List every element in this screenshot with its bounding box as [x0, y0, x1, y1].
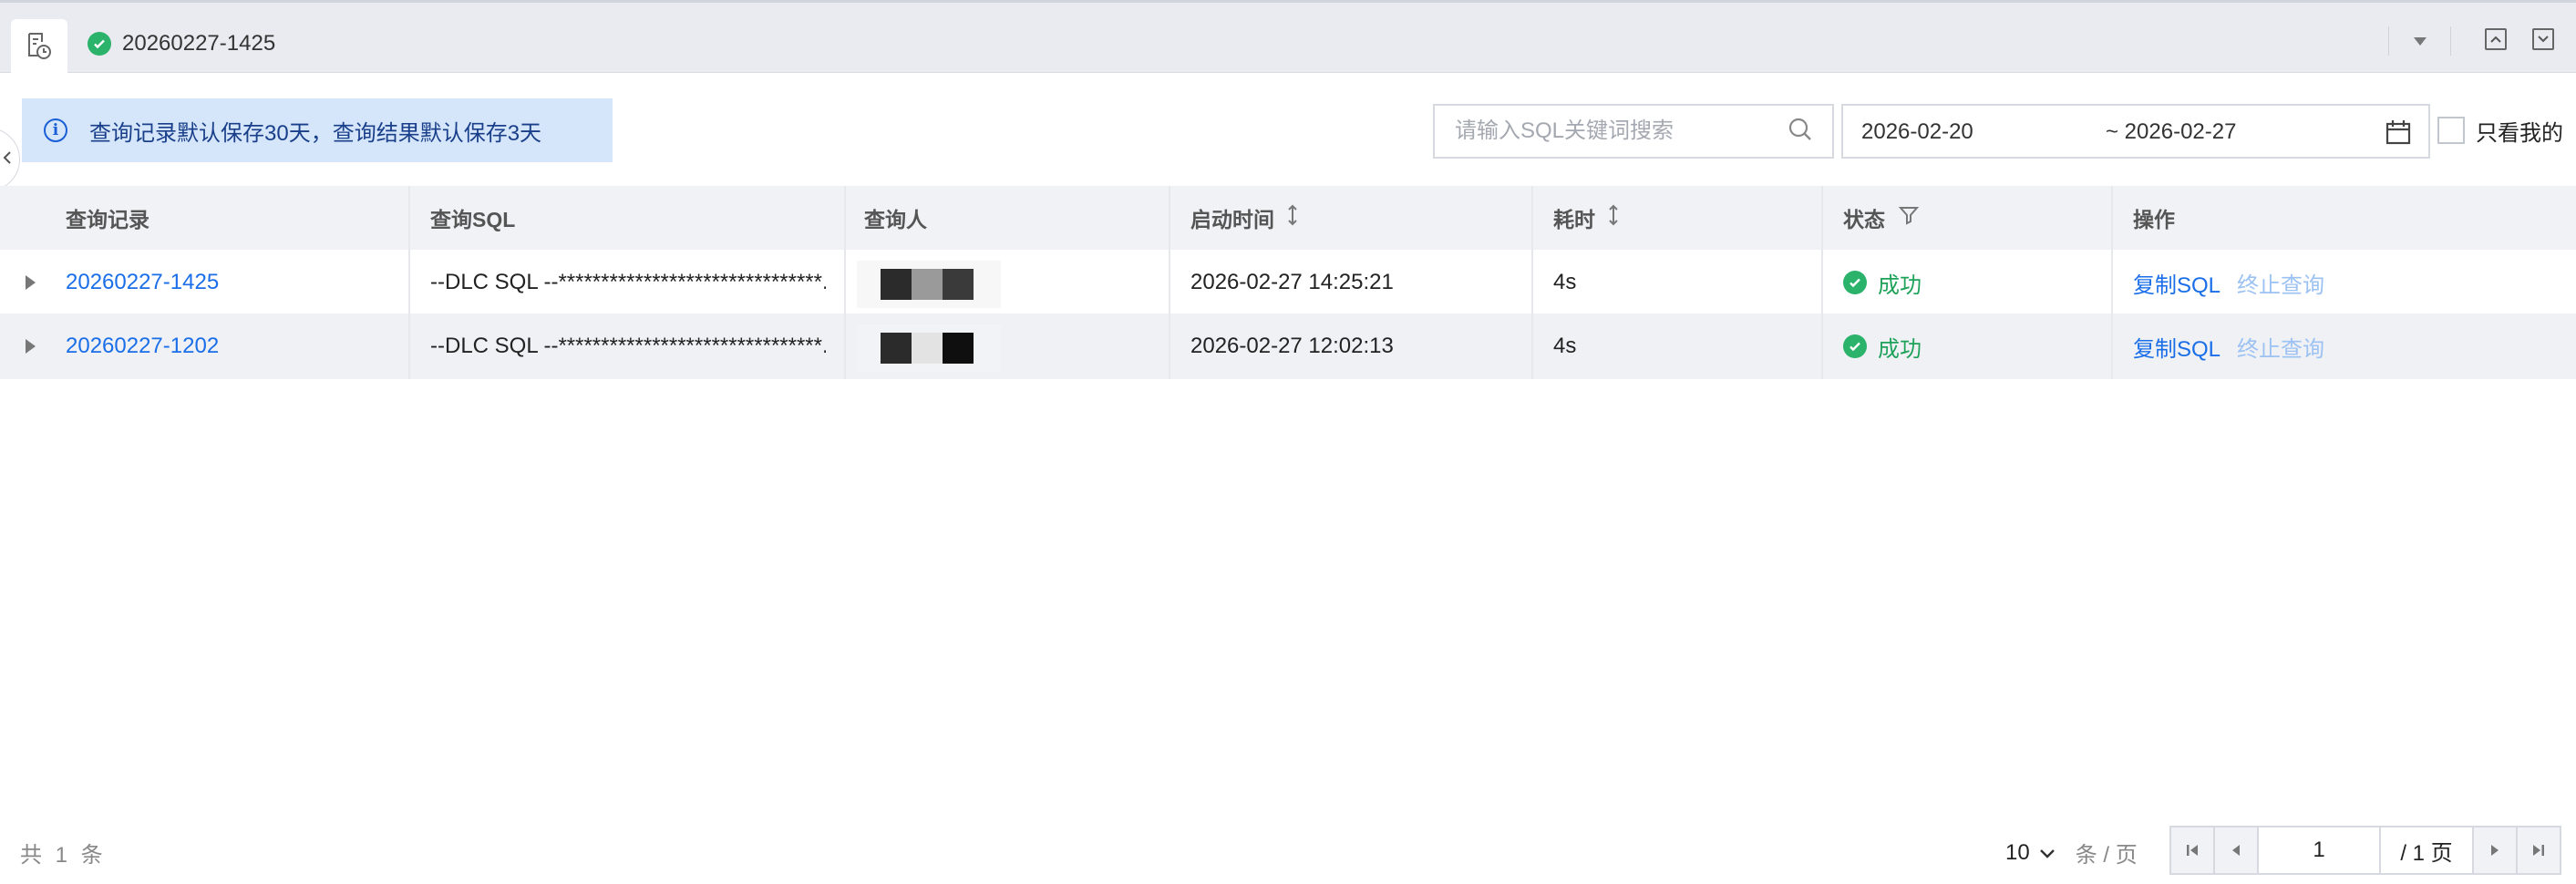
column-header-record: 查询记录	[66, 208, 149, 231]
page-number-input[interactable]	[2259, 827, 2381, 873]
last-page-icon[interactable]	[2516, 827, 2560, 873]
tab-title: 20260227-1425	[122, 31, 276, 56]
expand-row-icon[interactable]	[26, 339, 36, 354]
column-divider	[1821, 186, 1823, 379]
column-divider	[408, 186, 410, 379]
date-end[interactable]: ~ 2026-02-27	[2106, 119, 2236, 145]
sort-icon[interactable]	[1287, 204, 1298, 231]
column-divider	[2111, 186, 2113, 379]
column-header-duration[interactable]: 耗时	[1533, 186, 1619, 250]
column-divider	[1531, 186, 1533, 379]
duration-cell: 4s	[1553, 334, 1577, 358]
expand-down-icon[interactable]	[2532, 28, 2554, 50]
avatar	[857, 324, 1001, 372]
success-check-icon	[88, 32, 111, 56]
start-time-cell: 2026-02-27 14:25:21	[1190, 270, 1394, 294]
actions-cell: 复制SQL 终止查询	[2113, 314, 2324, 379]
collapse-up-icon[interactable]	[2485, 28, 2507, 50]
only-mine-filter[interactable]: 只看我的	[2437, 114, 2563, 147]
date-range-picker[interactable]: 2026-02-20 ~ 2026-02-27	[1841, 104, 2430, 159]
record-link[interactable]: 20260227-1202	[46, 314, 219, 379]
sidebar-collapse-handle[interactable]	[0, 128, 20, 191]
only-mine-label: 只看我的	[2476, 120, 2563, 146]
info-icon: i	[44, 118, 67, 142]
page-size-select[interactable]: 10 条 / 页	[2005, 837, 2138, 869]
status-badge: 成功	[1823, 314, 1922, 379]
stop-query-button[interactable]: 终止查询	[2237, 267, 2324, 299]
record-link[interactable]: 20260227-1425	[46, 250, 219, 315]
column-divider	[1169, 186, 1170, 379]
page-size-unit: 条 / 页	[2075, 843, 2138, 868]
page-size-value[interactable]: 10	[2005, 840, 2030, 866]
tab-divider	[2388, 26, 2389, 56]
table-header: 查询记录 查询SQL 查询人 启动时间 耗时 状态 操作	[0, 186, 2576, 250]
sql-search-input[interactable]	[1453, 118, 1767, 145]
tab-divider	[2450, 26, 2451, 56]
pagination: / 1 页	[2169, 826, 2561, 875]
table-row: 20260227-1425 --DLC SQL --**************…	[0, 250, 2576, 315]
tab-query-result[interactable]: 20260227-1425	[88, 21, 275, 67]
success-check-icon	[1843, 334, 1867, 358]
column-header-status[interactable]: 状态	[1823, 186, 1920, 250]
column-header-user: 查询人	[864, 208, 927, 231]
first-page-icon[interactable]	[2171, 827, 2215, 873]
filter-icon[interactable]	[1898, 204, 1920, 231]
search-icon[interactable]	[1787, 116, 1814, 148]
query-history-tab[interactable]	[11, 19, 67, 76]
duration-cell: 4s	[1553, 270, 1577, 294]
column-divider	[844, 186, 846, 379]
retention-notice: i 查询记录默认保存30天，查询结果默认保存3天	[22, 98, 613, 162]
chevron-down-icon[interactable]	[2039, 840, 2056, 866]
tab-bar: 20260227-1425	[0, 0, 2576, 76]
column-header-actions: 操作	[2133, 208, 2175, 231]
sort-icon[interactable]	[1608, 204, 1619, 231]
next-page-icon[interactable]	[2472, 827, 2516, 873]
avatar	[857, 261, 1001, 308]
success-check-icon	[1843, 271, 1867, 294]
calendar-icon[interactable]	[2385, 118, 2412, 152]
copy-sql-button[interactable]: 复制SQL	[2133, 331, 2221, 363]
total-pages: / 1 页	[2381, 827, 2472, 873]
chevron-left-icon	[3, 150, 12, 170]
history-doc-icon	[26, 31, 53, 65]
status-badge: 成功	[1823, 250, 1922, 315]
expand-row-icon[interactable]	[26, 275, 36, 290]
stop-query-button[interactable]: 终止查询	[2237, 331, 2324, 363]
column-header-start-time[interactable]: 启动时间	[1170, 186, 1298, 250]
only-mine-checkbox[interactable]	[2437, 117, 2465, 144]
total-count: 共 1 条	[20, 843, 107, 868]
sql-cell: --DLC SQL --****************************…	[430, 334, 826, 358]
table-row: 20260227-1202 --DLC SQL --**************…	[0, 314, 2576, 379]
notice-text: 查询记录默认保存30天，查询结果默认保存3天	[89, 120, 542, 146]
prev-page-icon[interactable]	[2215, 827, 2259, 873]
actions-cell: 复制SQL 终止查询	[2113, 250, 2324, 315]
date-start[interactable]: 2026-02-20	[1861, 119, 1973, 145]
start-time-cell: 2026-02-27 12:02:13	[1190, 334, 1394, 358]
tab-dropdown-icon[interactable]	[2414, 37, 2427, 46]
sql-search-box	[1433, 104, 1834, 159]
copy-sql-button[interactable]: 复制SQL	[2133, 267, 2221, 299]
sql-cell: --DLC SQL --****************************…	[430, 270, 826, 294]
column-header-sql: 查询SQL	[430, 208, 516, 231]
